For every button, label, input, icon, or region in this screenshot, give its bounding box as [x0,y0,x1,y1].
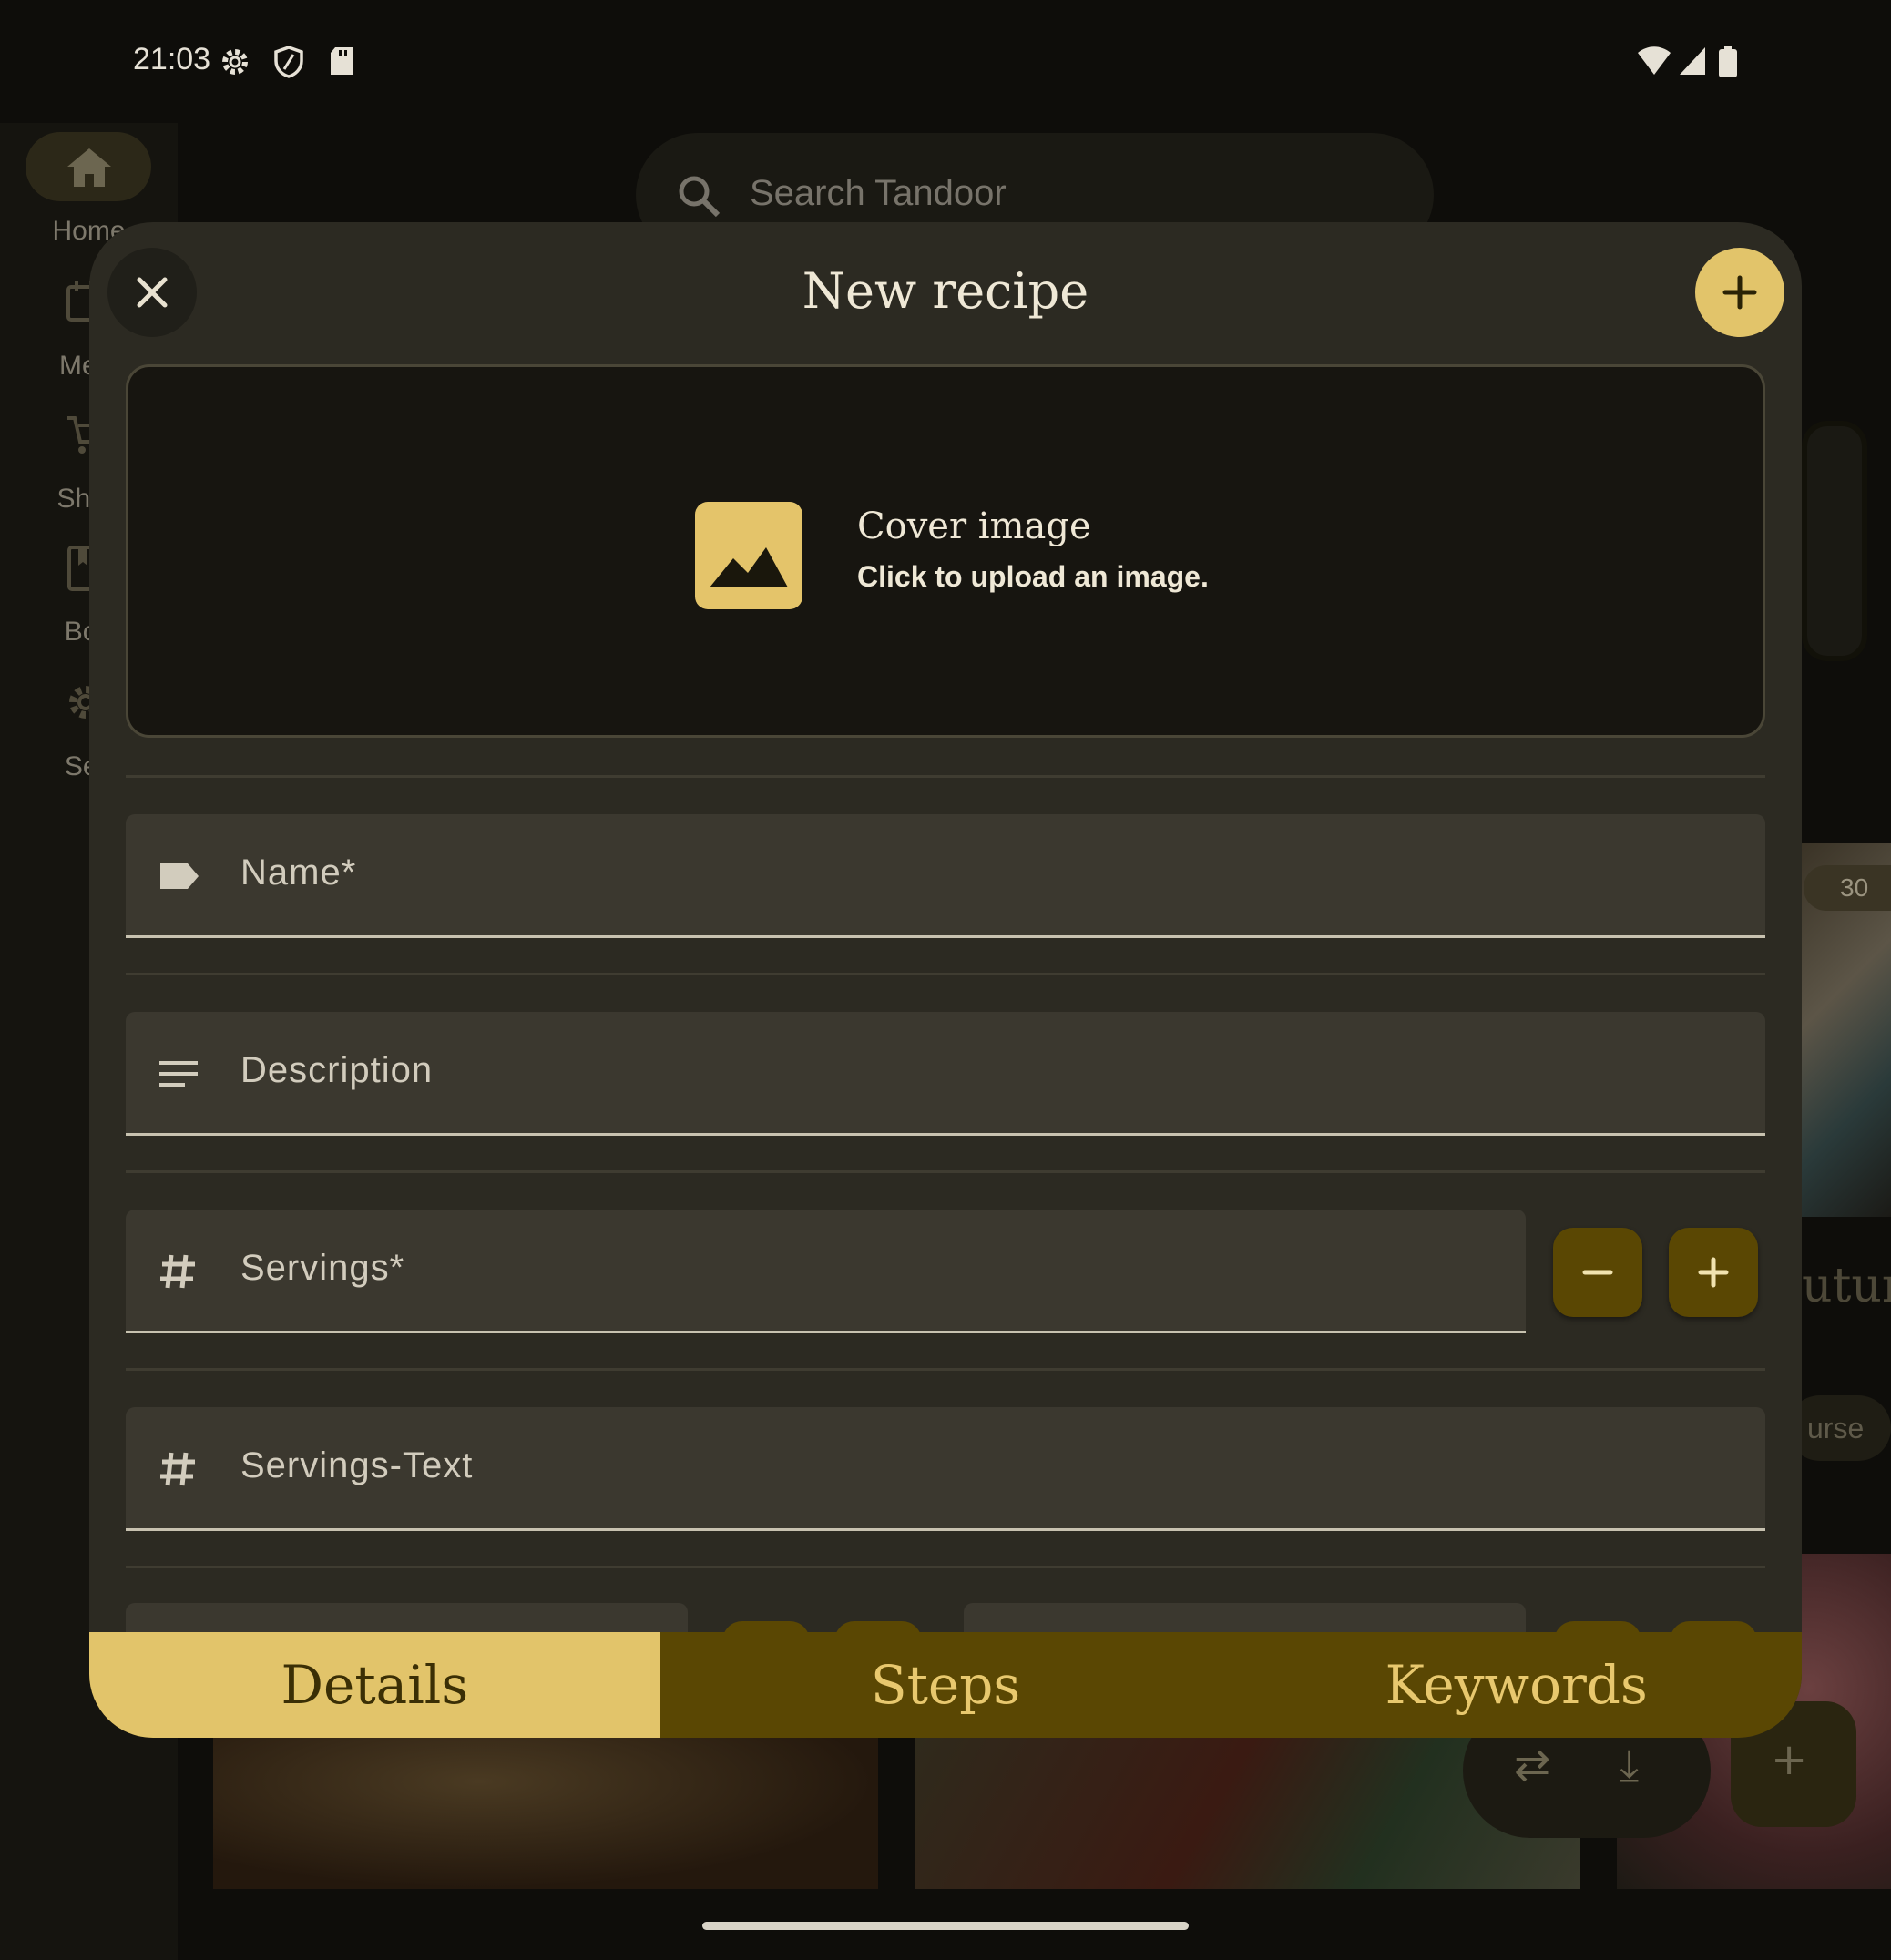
description-field-label: Description [240,1050,434,1090]
label-icon [157,854,200,898]
servings-decrement-button[interactable] [1553,1228,1642,1317]
wifi-icon [1636,46,1671,78]
divider [126,775,1765,778]
recipe-photo [213,1736,878,1889]
gesture-handle[interactable] [702,1922,1189,1930]
name-field-label: Name* [240,852,357,893]
dialog-title: New recipe [802,262,1089,320]
shield-icon [273,46,306,78]
description-field[interactable]: Description [126,1012,1765,1136]
servings-text-field-label: Servings-Text [240,1445,474,1485]
recipe-title-partial: utur [1802,1259,1891,1313]
servings-text-field[interactable]: Servings-Text [126,1407,1765,1531]
plus-icon: + [1771,1734,1808,1785]
status-time: 21:03 [133,42,211,77]
save-recipe-button[interactable] [1695,248,1784,337]
image-icon [695,502,802,609]
signal-icon [1678,46,1711,78]
swap-icon[interactable]: ⇄ [1514,1740,1550,1791]
minus-icon [1582,1270,1613,1275]
cover-image-subtitle: Click to upload an image. [857,560,1209,593]
plus-icon [1722,275,1757,310]
sd-card-icon [328,46,361,78]
background-card [1802,421,1867,661]
tab-details[interactable]: Details [89,1632,660,1738]
cover-image-title: Cover image [857,505,1091,547]
badge-text: 30 [1840,873,1869,902]
divider [126,1368,1765,1371]
download-icon[interactable]: ⤓ [1620,1740,1639,1792]
status-bar: 21:03 [0,0,1891,123]
servings-field-label: Servings* [240,1248,405,1288]
divider [126,1566,1765,1568]
divider [126,1170,1765,1173]
battery-icon [1718,46,1751,78]
number-icon [157,1250,200,1293]
servings-increment-button[interactable] [1669,1228,1758,1317]
search-icon [676,173,721,222]
servings-field[interactable]: Servings* [126,1210,1526,1333]
dialog-tabs: Details Steps Keywords [89,1632,1802,1738]
time-badge: 30 [1804,865,1891,911]
new-recipe-dialog: New recipe Cover image Click to upload a… [89,222,1802,1738]
settings-icon [219,46,251,78]
tab-steps[interactable]: Steps [660,1632,1232,1738]
home-icon[interactable] [66,147,113,192]
divider [126,973,1765,975]
name-field[interactable]: Name* [126,814,1765,938]
search-placeholder: Search Tandoor [750,173,1007,213]
number-icon [157,1447,200,1491]
plus-icon [1698,1257,1729,1288]
notes-icon [157,1052,200,1096]
cover-image-upload[interactable]: Cover image Click to upload an image. [126,364,1765,738]
course-chip: urse [1787,1395,1891,1461]
tab-keywords[interactable]: Keywords [1231,1632,1802,1738]
